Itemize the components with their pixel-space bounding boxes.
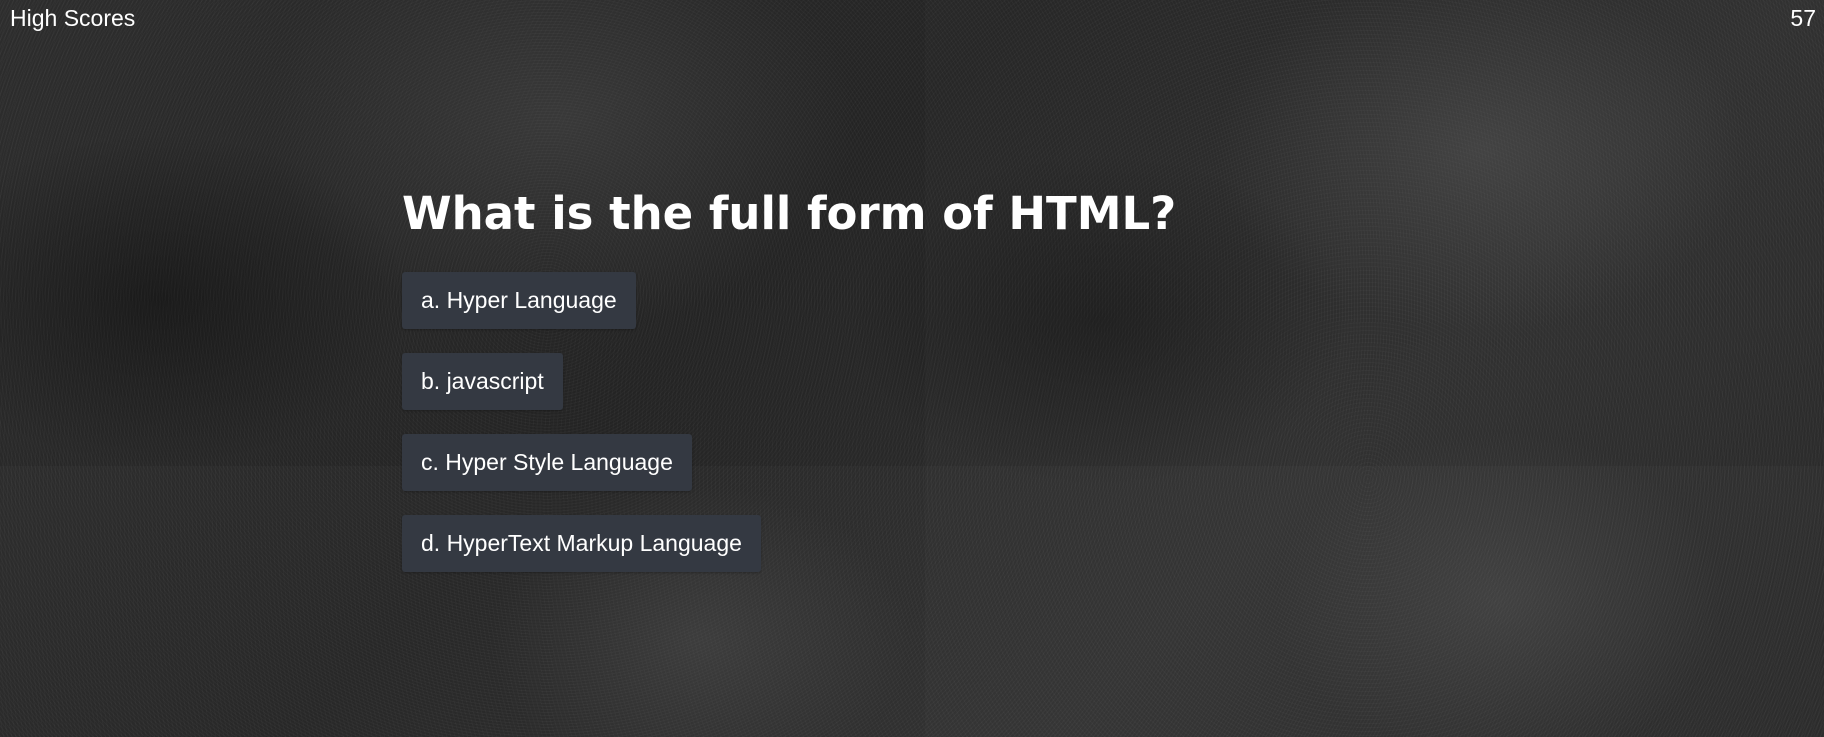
- quiz-panel: What is the full form of HTML? a. Hyper …: [402, 186, 1402, 596]
- answer-choice-a-button[interactable]: a. Hyper Language: [402, 272, 636, 329]
- answer-choice-c-button[interactable]: c. Hyper Style Language: [402, 434, 692, 491]
- answer-choice-b-button[interactable]: b. javascript: [402, 353, 563, 410]
- answer-choices-list: a. Hyper Language b. javascript c. Hyper…: [402, 272, 1402, 572]
- countdown-timer: 57: [1790, 5, 1816, 31]
- answer-choice-d-button[interactable]: d. HyperText Markup Language: [402, 515, 761, 572]
- high-scores-link[interactable]: High Scores: [10, 4, 135, 32]
- question-title: What is the full form of HTML?: [402, 187, 1177, 240]
